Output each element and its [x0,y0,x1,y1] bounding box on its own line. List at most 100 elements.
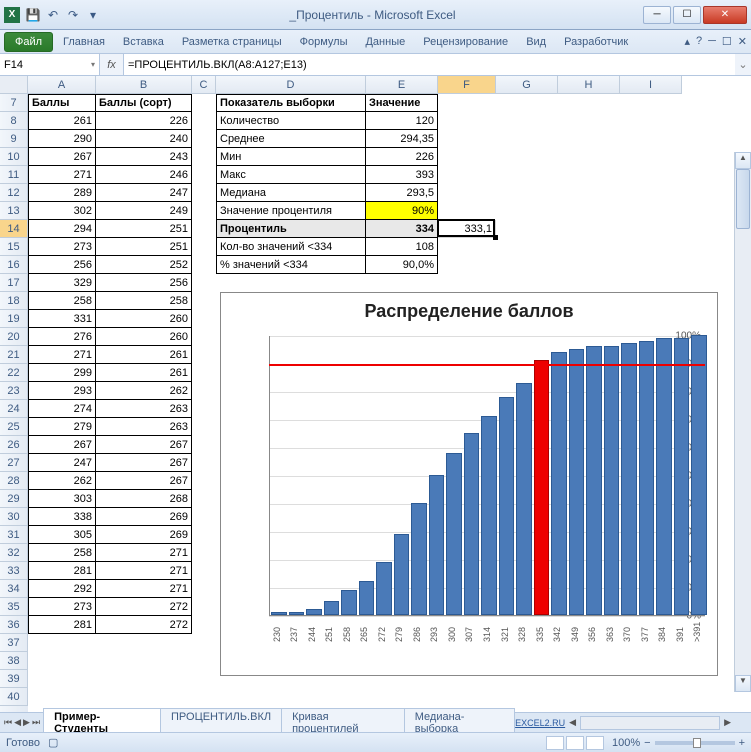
row-header-30[interactable]: 30 [0,508,28,526]
bar[interactable] [394,534,410,615]
col-header-C[interactable]: C [192,76,216,93]
cell-A35[interactable]: 273 [28,598,96,616]
sheet-nav-next-icon[interactable]: ▶ [23,717,30,728]
hscroll-right-icon[interactable]: ▶ [724,717,731,728]
bar[interactable] [271,612,287,615]
cell-D13[interactable]: Значение процентиля [216,202,366,220]
close-button[interactable]: ✕ [703,6,747,24]
chart[interactable]: Распределение баллов 0%10%20%30%40%50%60… [220,292,718,676]
bar[interactable] [481,416,497,615]
doc-restore-icon[interactable]: ☐ [722,35,732,48]
view-normal-icon[interactable] [546,736,564,750]
col-header-E[interactable]: E [366,76,438,93]
cell-A30[interactable]: 338 [28,508,96,526]
macro-record-icon[interactable]: ▢ [48,736,58,749]
fx-button[interactable]: fx [100,54,124,75]
row-header-8[interactable]: 8 [0,112,28,130]
cell-B26[interactable]: 267 [96,436,192,454]
bar[interactable] [621,343,637,615]
bar[interactable] [306,609,322,615]
cell-D11[interactable]: Макс [216,166,366,184]
help-icon[interactable]: ? [696,35,702,48]
cell-A34[interactable]: 292 [28,580,96,598]
cell-D9[interactable]: Среднее [216,130,366,148]
row-header-25[interactable]: 25 [0,418,28,436]
bar[interactable] [656,338,672,615]
cell-A14[interactable]: 294 [28,220,96,238]
vertical-scrollbar[interactable]: ▲ ▼ [734,152,751,692]
bar[interactable] [551,352,567,615]
row-header-32[interactable]: 32 [0,544,28,562]
name-box-dropdown-icon[interactable]: ▾ [91,60,95,69]
row-header-39[interactable]: 39 [0,670,28,688]
tab-insert[interactable]: Вставка [115,32,172,52]
row-header-17[interactable]: 17 [0,274,28,292]
cell-B33[interactable]: 271 [96,562,192,580]
cell-B27[interactable]: 267 [96,454,192,472]
bar[interactable] [429,475,445,615]
cell-D12[interactable]: Медиана [216,184,366,202]
cell-B35[interactable]: 272 [96,598,192,616]
scroll-down-icon[interactable]: ▼ [735,675,751,692]
ribbon-minimize-icon[interactable]: ▴ [684,35,690,48]
cell-B16[interactable]: 252 [96,256,192,274]
cell-A28[interactable]: 262 [28,472,96,490]
cell-D16[interactable]: % значений <334 [216,256,366,274]
cell-E15[interactable]: 108 [366,238,438,256]
bar[interactable] [516,383,532,615]
cell-B30[interactable]: 269 [96,508,192,526]
row-header-33[interactable]: 33 [0,562,28,580]
col-header-H[interactable]: H [558,76,620,93]
row-header-31[interactable]: 31 [0,526,28,544]
cell-B18[interactable]: 258 [96,292,192,310]
cell-F14[interactable]: 333,1 [438,220,496,238]
cell-A12[interactable]: 289 [28,184,96,202]
col-header-A[interactable]: A [28,76,96,93]
cell-B10[interactable]: 243 [96,148,192,166]
bar[interactable] [446,453,462,615]
cell-E10[interactable]: 226 [366,148,438,166]
cell-B21[interactable]: 261 [96,346,192,364]
row-header-22[interactable]: 22 [0,364,28,382]
row-header-28[interactable]: 28 [0,472,28,490]
row-header-20[interactable]: 20 [0,328,28,346]
tab-review[interactable]: Рецензирование [415,32,516,52]
cell-E16[interactable]: 90,0% [366,256,438,274]
row-header-40[interactable]: 40 [0,688,28,706]
cell-A20[interactable]: 276 [28,328,96,346]
row-header-13[interactable]: 13 [0,202,28,220]
cell-A25[interactable]: 279 [28,418,96,436]
bar[interactable] [604,346,620,615]
cell-B28[interactable]: 267 [96,472,192,490]
zoom-in-button[interactable]: + [739,737,745,749]
cell-B31[interactable]: 269 [96,526,192,544]
row-header-26[interactable]: 26 [0,436,28,454]
cell-A9[interactable]: 290 [28,130,96,148]
cell-A17[interactable]: 329 [28,274,96,292]
hscroll-left-icon[interactable]: ◀ [569,717,576,728]
sheet-nav-prev-icon[interactable]: ◀ [14,717,21,728]
row-header-35[interactable]: 35 [0,598,28,616]
cell-D8[interactable]: Количество [216,112,366,130]
cell-B24[interactable]: 263 [96,400,192,418]
cell-B36[interactable]: 272 [96,616,192,634]
cell-A22[interactable]: 299 [28,364,96,382]
bar[interactable] [411,503,427,615]
bar[interactable] [586,346,602,615]
scroll-up-icon[interactable]: ▲ [735,152,751,169]
col-header-D[interactable]: D [216,76,366,93]
cell-D10[interactable]: Мин [216,148,366,166]
view-pagebreak-icon[interactable] [586,736,604,750]
tab-home[interactable]: Главная [55,32,113,52]
cell-B17[interactable]: 256 [96,274,192,292]
cell-B9[interactable]: 240 [96,130,192,148]
row-header-15[interactable]: 15 [0,238,28,256]
cell-B11[interactable]: 246 [96,166,192,184]
bar[interactable] [341,590,357,615]
formula-input[interactable]: =ПРОЦЕНТИЛЬ.ВКЛ(A8:A127;E13) [124,54,735,75]
cell-E12[interactable]: 293,5 [366,184,438,202]
select-all-corner[interactable] [0,76,28,94]
redo-icon[interactable]: ↷ [64,6,82,24]
cell-B15[interactable]: 251 [96,238,192,256]
row-header-36[interactable]: 36 [0,616,28,634]
